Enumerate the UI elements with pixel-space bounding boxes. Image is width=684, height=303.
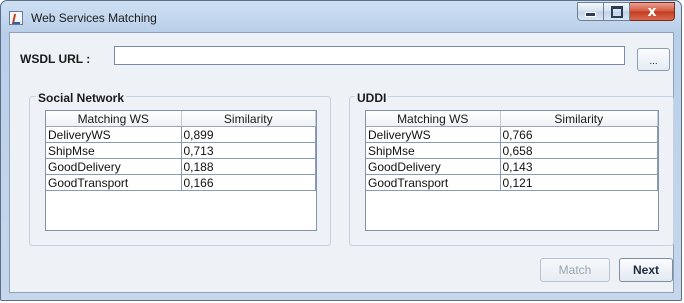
wsdl-url-label: WSDL URL : bbox=[20, 52, 91, 66]
ws-name-cell: DeliveryWS bbox=[366, 126, 501, 143]
table-row[interactable]: DeliveryWS 0,766 bbox=[366, 126, 658, 143]
minimize-button[interactable] bbox=[577, 2, 604, 21]
wsdl-url-input[interactable] bbox=[114, 46, 625, 65]
table-row[interactable]: GoodDelivery 0,188 bbox=[46, 158, 316, 175]
similarity-cell: 0,899 bbox=[181, 126, 316, 143]
window-controls: x bbox=[577, 2, 675, 21]
similarity-cell: 0,766 bbox=[500, 126, 658, 143]
java-app-icon bbox=[9, 11, 23, 25]
table-row[interactable]: GoodTransport 0,166 bbox=[46, 174, 316, 191]
table-header-row: Matching WS Similarity bbox=[366, 111, 658, 127]
similarity-cell: 0,166 bbox=[181, 174, 316, 191]
table-row[interactable]: GoodDelivery 0,143 bbox=[366, 158, 658, 175]
table-row[interactable]: ShipMse 0,713 bbox=[46, 142, 316, 159]
column-header-similarity[interactable]: Similarity bbox=[181, 111, 316, 127]
column-header-similarity[interactable]: Similarity bbox=[500, 111, 658, 127]
similarity-cell: 0,713 bbox=[181, 142, 316, 159]
title-bar[interactable]: Web Services Matching x bbox=[1, 1, 681, 33]
social-network-table[interactable]: Matching WS Similarity DeliveryWS 0,899 … bbox=[45, 110, 317, 231]
similarity-cell: 0,143 bbox=[500, 158, 658, 175]
close-icon: x bbox=[647, 3, 657, 20]
browse-button[interactable]: ... bbox=[637, 48, 670, 71]
maximize-icon bbox=[610, 5, 623, 18]
column-header-matching-ws[interactable]: Matching WS bbox=[366, 111, 501, 127]
ws-name-cell: GoodTransport bbox=[366, 174, 501, 191]
column-header-matching-ws[interactable]: Matching WS bbox=[46, 111, 182, 127]
similarity-cell: 0,121 bbox=[500, 174, 658, 191]
table-header-row: Matching WS Similarity bbox=[46, 111, 316, 127]
table-row[interactable]: ShipMse 0,658 bbox=[366, 142, 658, 159]
minimize-icon bbox=[585, 12, 596, 17]
ws-name-cell: GoodDelivery bbox=[46, 158, 182, 175]
maximize-button[interactable] bbox=[604, 2, 630, 21]
similarity-cell: 0,188 bbox=[181, 158, 316, 175]
table-row[interactable]: GoodTransport 0,121 bbox=[366, 174, 658, 191]
uddi-table[interactable]: Matching WS Similarity DeliveryWS 0,766 … bbox=[365, 110, 659, 231]
ws-name-cell: ShipMse bbox=[366, 142, 501, 159]
close-button[interactable]: x bbox=[630, 2, 675, 21]
uddi-title: UDDI bbox=[355, 91, 389, 105]
ws-name-cell: GoodTransport bbox=[46, 174, 182, 191]
match-button[interactable]: Match bbox=[540, 258, 610, 282]
window-title: Web Services Matching bbox=[31, 11, 157, 25]
social-network-title: Social Network bbox=[36, 91, 127, 105]
similarity-cell: 0,658 bbox=[500, 142, 658, 159]
ws-name-cell: ShipMse bbox=[46, 142, 182, 159]
table-row[interactable]: DeliveryWS 0,899 bbox=[46, 126, 316, 143]
ws-name-cell: DeliveryWS bbox=[46, 126, 182, 143]
next-button[interactable]: Next bbox=[619, 258, 673, 282]
ws-name-cell: GoodDelivery bbox=[366, 158, 501, 175]
